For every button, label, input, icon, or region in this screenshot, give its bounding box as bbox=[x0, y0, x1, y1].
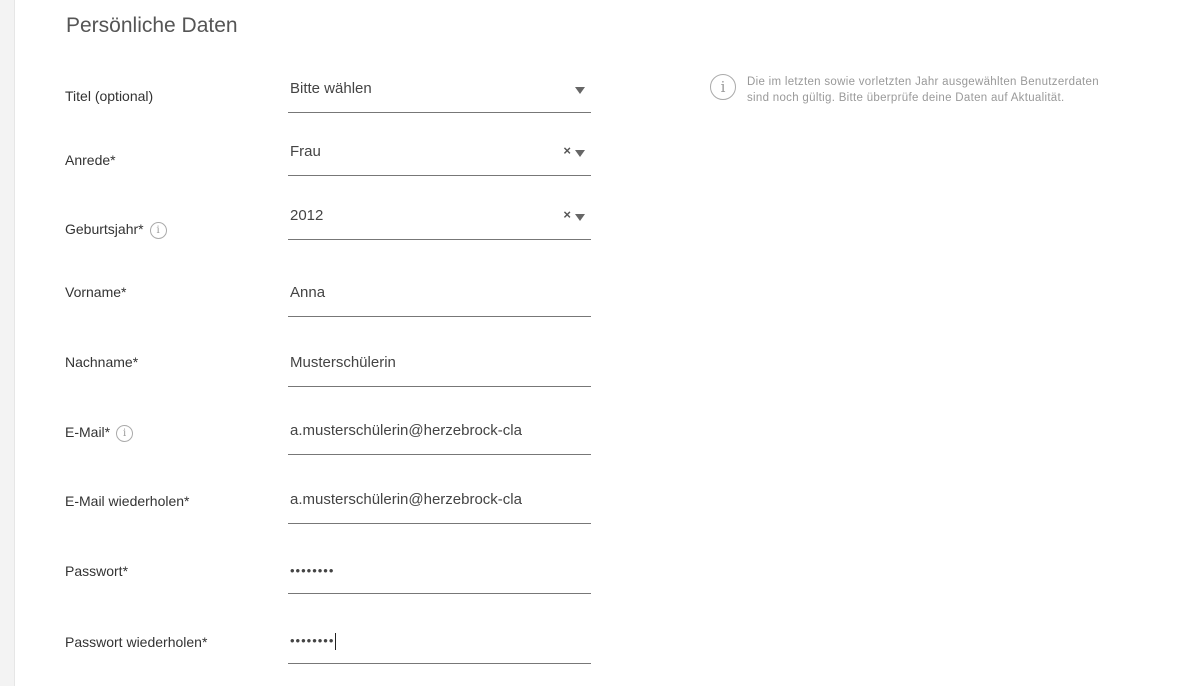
passwort-repeat-value: •••••••• bbox=[290, 633, 335, 648]
geburtsjahr-label-wrap: Geburtsjahr* i bbox=[65, 221, 167, 239]
email-repeat-value: a.musterschülerin@herzebrock-cla bbox=[290, 491, 522, 508]
personal-data-card: Persönliche Daten Titel (optional) Bitte… bbox=[14, 0, 1190, 686]
row-titel: Titel (optional) Bitte wählen bbox=[15, 78, 615, 118]
passwort-repeat-label: Passwort wiederholen* bbox=[65, 634, 208, 650]
row-passwort: Passwort* •••••••• bbox=[15, 559, 615, 599]
email-label: E-Mail* bbox=[65, 424, 111, 440]
geburtsjahr-select[interactable]: 2012 × bbox=[288, 205, 591, 240]
chevron-down-icon[interactable] bbox=[575, 87, 585, 94]
row-anrede: Anrede* Frau × bbox=[15, 141, 615, 181]
clear-icon[interactable]: × bbox=[563, 143, 571, 158]
titel-value: Bitte wählen bbox=[290, 80, 372, 97]
chevron-down-icon[interactable] bbox=[575, 214, 585, 221]
row-geburtsjahr: Geburtsjahr* i 2012 × bbox=[15, 205, 615, 245]
anrede-value: Frau bbox=[290, 143, 321, 160]
vorname-label: Vorname* bbox=[65, 284, 127, 300]
passwort-label: Passwort* bbox=[65, 563, 129, 579]
chevron-down-icon[interactable] bbox=[575, 150, 585, 157]
anrede-label: Anrede* bbox=[65, 152, 116, 168]
info-icon[interactable]: i bbox=[149, 221, 167, 239]
row-vorname: Vorname* Anna bbox=[15, 282, 615, 322]
notice-text: Die im letzten sowie vorletzten Jahr aus… bbox=[747, 76, 1099, 104]
passwort-repeat-field[interactable]: •••••••• bbox=[288, 629, 591, 664]
info-icon[interactable]: i bbox=[116, 424, 134, 442]
email-label-wrap: E-Mail* i bbox=[65, 424, 134, 442]
row-nachname: Nachname* Musterschülerin bbox=[15, 352, 615, 392]
clear-icon[interactable]: × bbox=[563, 207, 571, 222]
titel-select[interactable]: Bitte wählen bbox=[288, 78, 591, 113]
titel-label: Titel (optional) bbox=[65, 88, 154, 104]
section-title: Persönliche Daten bbox=[66, 14, 238, 37]
passwort-repeat-value-wrap: •••••••• bbox=[290, 633, 552, 651]
email-field[interactable]: a.musterschülerin@herzebrock-cla bbox=[288, 420, 591, 455]
passwort-value: •••••••• bbox=[290, 563, 335, 578]
text-cursor bbox=[335, 633, 337, 651]
geburtsjahr-value: 2012 bbox=[290, 207, 324, 224]
vorname-value: Anna bbox=[290, 284, 326, 301]
geburtsjahr-label: Geburtsjahr* bbox=[65, 221, 144, 237]
nachname-label: Nachname* bbox=[65, 354, 139, 370]
row-email-repeat: E-Mail wiederholen* a.musterschülerin@he… bbox=[15, 489, 615, 529]
nachname-input[interactable]: Musterschülerin bbox=[288, 352, 591, 387]
email-repeat-label: E-Mail wiederholen* bbox=[65, 493, 190, 509]
info-icon: i bbox=[710, 74, 736, 100]
nachname-value: Musterschülerin bbox=[290, 354, 396, 371]
passwort-field[interactable]: •••••••• bbox=[288, 559, 591, 594]
vorname-input[interactable]: Anna bbox=[288, 282, 591, 317]
email-repeat-field[interactable]: a.musterschülerin@herzebrock-cla bbox=[288, 489, 591, 524]
email-value: a.musterschülerin@herzebrock-cla bbox=[290, 422, 522, 439]
row-email: E-Mail* i a.musterschülerin@herzebrock-cl… bbox=[15, 420, 615, 460]
anrede-select[interactable]: Frau × bbox=[288, 141, 591, 176]
row-passwort-repeat: Passwort wiederholen* •••••••• bbox=[15, 629, 615, 669]
